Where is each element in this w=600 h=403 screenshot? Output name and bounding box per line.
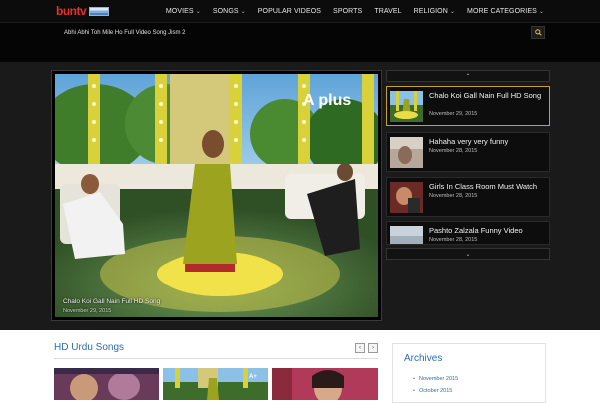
chevron-left-icon: ‹ — [359, 345, 361, 351]
archives-title: Archives — [404, 353, 443, 364]
video-title[interactable]: Chalo Koi Gall Nain Full HD Song — [63, 298, 160, 305]
ticker-text[interactable]: Abhi Abhi Toh Mile Ho Full Video Song Ji… — [64, 30, 186, 36]
playlist-item-title: Chalo Koi Gall Nain Full HD Song — [429, 91, 542, 100]
video-frame[interactable]: A plus Chalo Koi Gall Nain Full HD Song … — [55, 74, 378, 317]
archive-link[interactable]: October 2015 — [413, 388, 452, 394]
playlist-item[interactable]: Hahaha very very funny November 28, 2015 — [386, 132, 550, 172]
channel-logo-text: A plus — [303, 92, 351, 109]
video-date: November 29, 2015 — [63, 308, 112, 314]
video-playlist: ⌃ Chalo Koi Gall Nain Full HD Song Novem… — [386, 70, 550, 260]
search-button[interactable] — [531, 26, 545, 39]
nav-popular-videos[interactable]: POPULAR VIDEOS — [252, 8, 327, 15]
video-thumbnail[interactable] — [54, 368, 159, 400]
playlist-thumbnail — [390, 137, 423, 168]
playlist-up-button[interactable]: ⌃ — [386, 70, 550, 82]
section-divider — [54, 358, 378, 359]
playlist-item-date: November 28, 2015 — [429, 193, 478, 199]
section-title[interactable]: HD Urdu Songs — [54, 342, 124, 353]
logo-banner-icon — [89, 6, 110, 16]
svg-text:A+: A+ — [249, 374, 257, 380]
playlist-down-button[interactable]: ⌄ — [386, 248, 550, 260]
video-still-image: A plus — [55, 74, 378, 317]
playlist-item-title: Hahaha very very funny — [429, 137, 509, 146]
chevron-right-icon: › — [372, 345, 374, 351]
search-icon — [534, 29, 542, 36]
news-ticker-bar: Abhi Abhi Toh Mile Ho Full Video Song Ji… — [0, 22, 600, 62]
video-player[interactable]: A plus Chalo Koi Gall Nain Full HD Song … — [51, 70, 382, 321]
site-logo[interactable]: buntv — [56, 4, 110, 18]
playlist-item-title: Girls In Class Room Must Watch — [429, 182, 538, 191]
playlist-item-date: November 29, 2015 — [429, 111, 478, 117]
top-navbar: buntv MOVIES ⌄ SONGS ⌄ POPULAR VIDEOS SPOR… — [0, 0, 600, 22]
playlist-thumbnail — [390, 226, 423, 244]
playlist-item-title: Pashto Zalzala Funny Video — [429, 226, 523, 235]
logo-text: buntv — [56, 4, 87, 18]
playlist-thumbnail — [390, 91, 423, 122]
video-thumbnail[interactable]: A+ — [163, 368, 268, 400]
chevron-down-icon: ⌄ — [538, 8, 544, 15]
archive-link[interactable]: November 2015 — [413, 376, 458, 382]
nav-more-categories[interactable]: MORE CATEGORIES ⌄ — [461, 8, 550, 15]
playlist-item[interactable]: Chalo Koi Gall Nain Full HD Song Novembe… — [386, 86, 550, 126]
chevron-down-icon: ⌄ — [449, 8, 456, 15]
playlist-item-date: November 28, 2015 — [429, 148, 478, 154]
chevron-down-icon: ⌄ — [465, 251, 471, 258]
playlist-thumbnail — [390, 182, 423, 213]
playlist-item[interactable]: Girls In Class Room Must Watch November … — [386, 177, 550, 217]
nav-sports[interactable]: SPORTS — [327, 8, 368, 15]
section-prev-button[interactable]: ‹ — [355, 343, 365, 353]
playlist-item-date: November 28, 2015 — [429, 237, 478, 243]
nav-travel[interactable]: TRAVEL — [368, 8, 407, 15]
playlist-item[interactable]: Pashto Zalzala Funny Video November 28, … — [386, 221, 550, 245]
chevron-down-icon: ⌄ — [195, 8, 201, 15]
nav-songs[interactable]: SONGS ⌄ — [207, 8, 252, 15]
nav-religion[interactable]: RELIGION ⌄ — [408, 8, 461, 15]
archives-widget: Archives November 2015 October 2015 — [392, 343, 546, 403]
main-nav: MOVIES ⌄ SONGS ⌄ POPULAR VIDEOS SPORTS TRA… — [160, 0, 550, 22]
video-thumbnail[interactable] — [272, 368, 378, 400]
nav-movies[interactable]: MOVIES ⌄ — [160, 8, 207, 15]
chevron-up-icon: ⌃ — [465, 73, 471, 80]
chevron-down-icon: ⌄ — [240, 8, 246, 15]
section-next-button[interactable]: › — [368, 343, 378, 353]
